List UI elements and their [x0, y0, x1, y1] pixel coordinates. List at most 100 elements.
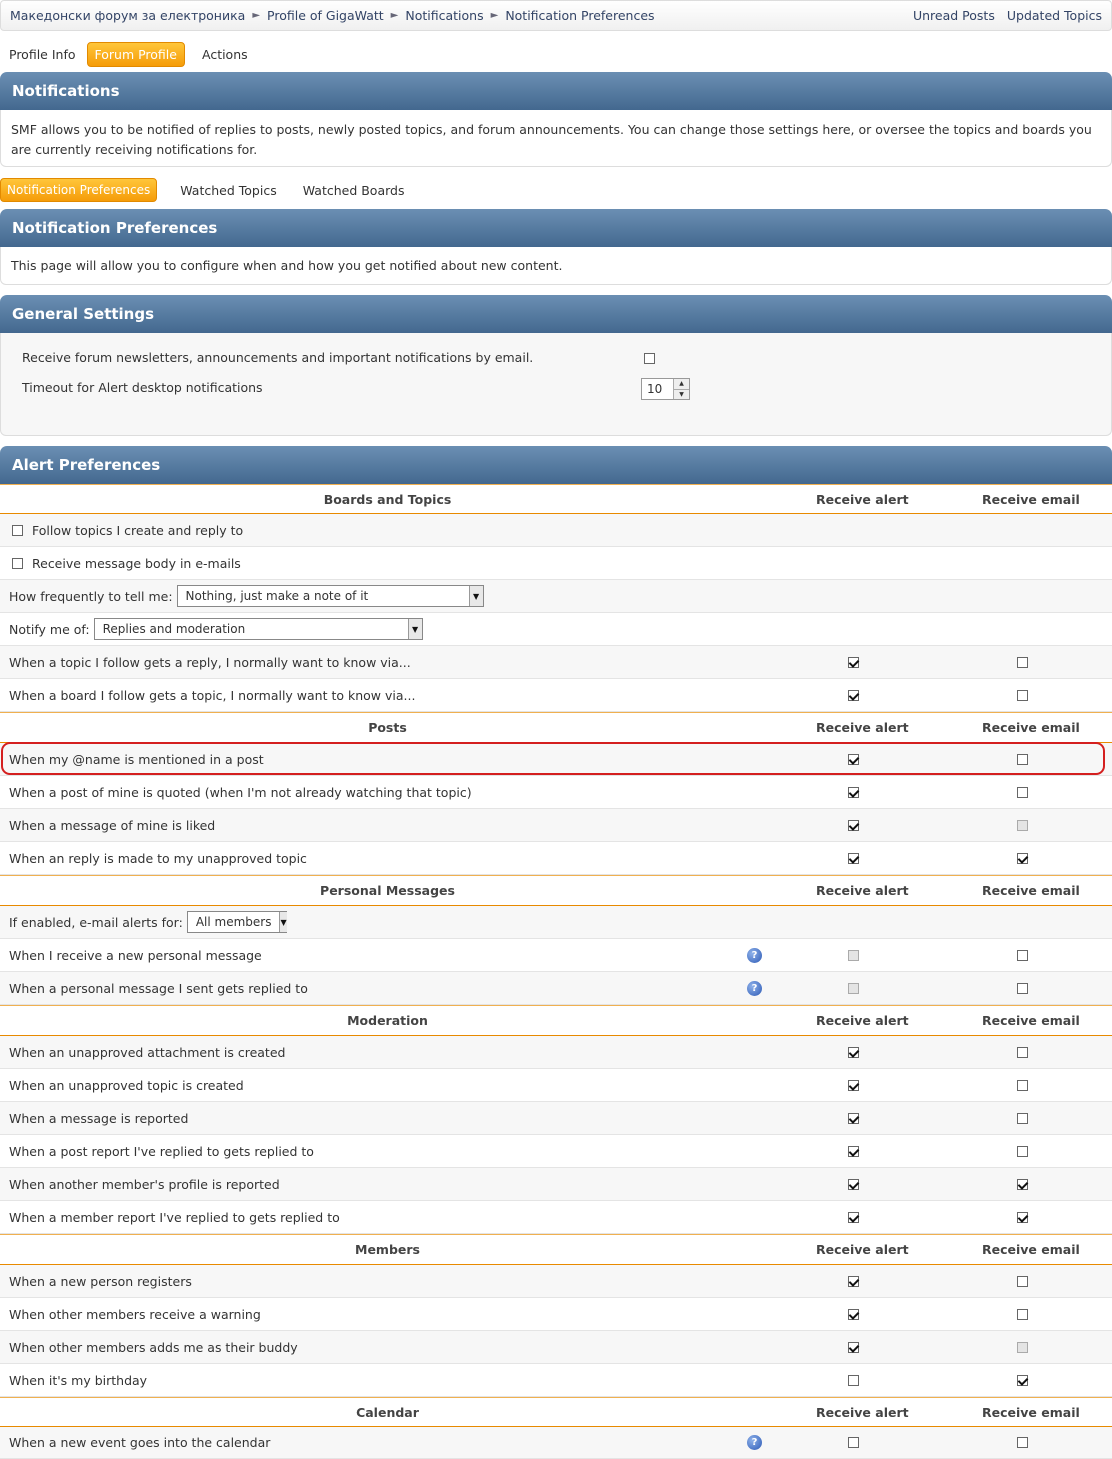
pm-email-alerts-select[interactable]: All members ▼ — [186, 911, 287, 933]
general-settings-header: General Settings — [0, 295, 1112, 333]
message-body-label: Receive message body in e-mails — [32, 555, 241, 571]
breadcrumb-separator: ► — [252, 10, 261, 21]
birthday-label: When it's my birthday — [9, 1372, 148, 1388]
new-pm-label: When I receive a new personal message — [9, 947, 262, 963]
unapproved-topic-email-checkbox[interactable] — [1017, 1079, 1028, 1091]
help-icon[interactable]: ? — [747, 1435, 762, 1450]
timeout-value[interactable]: 10 — [642, 382, 673, 396]
calendar-heading: Calendar — [356, 1404, 419, 1420]
birthday-alert-checkbox[interactable] — [848, 1374, 859, 1386]
profile-reported-row: When another member's profile is reporte… — [0, 1168, 1112, 1201]
report-reply-alert-checkbox[interactable] — [848, 1145, 859, 1157]
breadcrumb: Македонски форум за електроника ► Profil… — [10, 8, 655, 23]
tab-forum-profile[interactable]: Forum Profile — [86, 42, 185, 67]
notify-of-row: Notify me of: Replies and moderation ▼ — [0, 613, 1112, 646]
chevron-down-icon[interactable]: ▼ — [407, 619, 422, 639]
follow-topics-label: Follow topics I create and reply to — [32, 522, 244, 538]
follow-topics-checkbox[interactable] — [12, 524, 23, 536]
unapproved-reply-alert-checkbox[interactable] — [848, 852, 859, 864]
member-warning-email-checkbox[interactable] — [1017, 1308, 1028, 1320]
report-reply-email-checkbox[interactable] — [1017, 1145, 1028, 1157]
col-receive-email: Receive email — [982, 1404, 1080, 1420]
board-topic-email-checkbox[interactable] — [1017, 689, 1028, 701]
tab-actions[interactable]: Actions — [195, 43, 255, 66]
board-topic-row: When a board I follow gets a topic, I no… — [0, 679, 1112, 712]
alert-preferences-header: Alert Preferences — [0, 446, 1112, 484]
frequency-select[interactable]: Nothing, just make a note of it ▼ — [176, 585, 484, 607]
breadcrumb-separator: ► — [490, 10, 499, 21]
unapproved-attachment-email-checkbox[interactable] — [1017, 1046, 1028, 1058]
notify-of-option: Notify me of: Replies and moderation ▼ — [9, 613, 423, 645]
unapproved-attachment-label: When an unapproved attachment is created — [9, 1044, 286, 1060]
mention-email-checkbox[interactable] — [1017, 753, 1028, 765]
pm-email-alerts-row: If enabled, e-mail alerts for: All membe… — [0, 906, 1112, 939]
spin-down-icon[interactable]: ▼ — [674, 388, 689, 399]
unapproved-attachment-alert-checkbox[interactable] — [848, 1046, 859, 1058]
board-topic-alert-checkbox[interactable] — [848, 689, 859, 701]
unapproved-reply-email-checkbox[interactable] — [1017, 852, 1028, 864]
help-icon[interactable]: ? — [747, 947, 762, 963]
chevron-down-icon[interactable]: ▼ — [279, 912, 287, 932]
new-pm-email-checkbox[interactable] — [1017, 949, 1028, 961]
calendar-event-email-checkbox[interactable] — [1017, 1437, 1028, 1448]
liked-alert-checkbox[interactable] — [848, 819, 859, 831]
tab-watched-boards[interactable]: Watched Boards — [296, 179, 412, 202]
quoted-alert-checkbox[interactable] — [848, 786, 859, 798]
calendar-event-alert-checkbox[interactable] — [848, 1437, 859, 1448]
member-warning-alert-checkbox[interactable] — [848, 1308, 859, 1320]
timeout-label: Timeout for Alert desktop notifications — [22, 380, 263, 395]
topic-reply-alert-checkbox[interactable] — [848, 656, 859, 668]
col-receive-alert: Receive alert — [816, 720, 909, 735]
pm-replied-row: When a personal message I sent gets repl… — [0, 972, 1112, 1005]
message-reported-email-checkbox[interactable] — [1017, 1112, 1028, 1124]
boards-topics-heading: Boards and Topics — [323, 491, 452, 507]
breadcrumb-profile[interactable]: Profile of GigaWatt — [267, 8, 384, 23]
quoted-email-checkbox[interactable] — [1017, 786, 1028, 798]
member-report-reply-row: When a member report I've replied to get… — [0, 1201, 1112, 1234]
help-icon[interactable]: ? — [747, 980, 762, 996]
new-registration-alert-checkbox[interactable] — [848, 1275, 859, 1287]
report-reply-row: When a post report I've replied to gets … — [0, 1135, 1112, 1168]
new-registration-email-checkbox[interactable] — [1017, 1275, 1028, 1287]
pm-email-alerts-option: If enabled, e-mail alerts for: All membe… — [9, 906, 287, 938]
profile-reported-email-checkbox[interactable] — [1017, 1178, 1028, 1190]
topic-reply-email-checkbox[interactable] — [1017, 656, 1028, 668]
profile-reported-alert-checkbox[interactable] — [848, 1178, 859, 1190]
member-report-reply-email-checkbox[interactable] — [1017, 1211, 1028, 1223]
calendar-event-label: When a new event goes into the calendar — [9, 1435, 271, 1450]
unapproved-reply-row: When an reply is made to my unapproved t… — [0, 842, 1112, 875]
buddy-alert-checkbox[interactable] — [848, 1341, 859, 1353]
spin-up-icon[interactable]: ▲ — [674, 379, 689, 389]
members-heading: Members — [355, 1242, 420, 1257]
birthday-email-checkbox[interactable] — [1017, 1374, 1028, 1386]
message-reported-alert-checkbox[interactable] — [848, 1112, 859, 1124]
notify-of-select[interactable]: Replies and moderation ▼ — [93, 618, 423, 640]
breadcrumb-forum[interactable]: Македонски форум за електроника — [10, 8, 245, 23]
col-receive-alert: Receive alert — [816, 883, 909, 898]
tab-profile-info[interactable]: Profile Info — [0, 43, 83, 66]
timeout-spinner[interactable]: 10 ▲ ▼ — [641, 378, 690, 400]
boards-topics-heading-row: Boards and Topics Receive alert Receive … — [0, 484, 1112, 514]
chevron-down-icon[interactable]: ▼ — [468, 586, 483, 606]
updated-topics-link[interactable]: Updated Topics — [1007, 8, 1102, 23]
liked-label: When a message of mine is liked — [9, 817, 216, 833]
buddy-label: When other members adds me as their budd… — [9, 1339, 298, 1355]
pm-replied-email-checkbox[interactable] — [1017, 982, 1028, 994]
tab-watched-topics[interactable]: Watched Topics — [173, 179, 283, 202]
calendar-event-row: When a new event goes into the calendar … — [0, 1427, 1112, 1459]
col-receive-email: Receive email — [982, 1013, 1080, 1028]
member-warning-label: When other members receive a warning — [9, 1306, 261, 1322]
mention-alert-checkbox[interactable] — [848, 753, 859, 765]
col-receive-alert: Receive alert — [816, 1242, 909, 1257]
profile-tabs: Profile Info Forum Profile Actions — [0, 42, 255, 67]
unapproved-topic-alert-checkbox[interactable] — [848, 1079, 859, 1091]
breadcrumb-current[interactable]: Notification Preferences — [505, 8, 654, 23]
birthday-row: When it's my birthday — [0, 1364, 1112, 1397]
breadcrumb-notifications[interactable]: Notifications — [405, 8, 483, 23]
member-report-reply-alert-checkbox[interactable] — [848, 1211, 859, 1223]
unread-posts-link[interactable]: Unread Posts — [913, 8, 995, 23]
col-receive-email: Receive email — [982, 491, 1080, 507]
newsletter-checkbox[interactable] — [644, 353, 655, 364]
tab-notification-preferences[interactable]: Notification Preferences — [0, 178, 158, 202]
message-body-checkbox[interactable] — [12, 557, 23, 569]
